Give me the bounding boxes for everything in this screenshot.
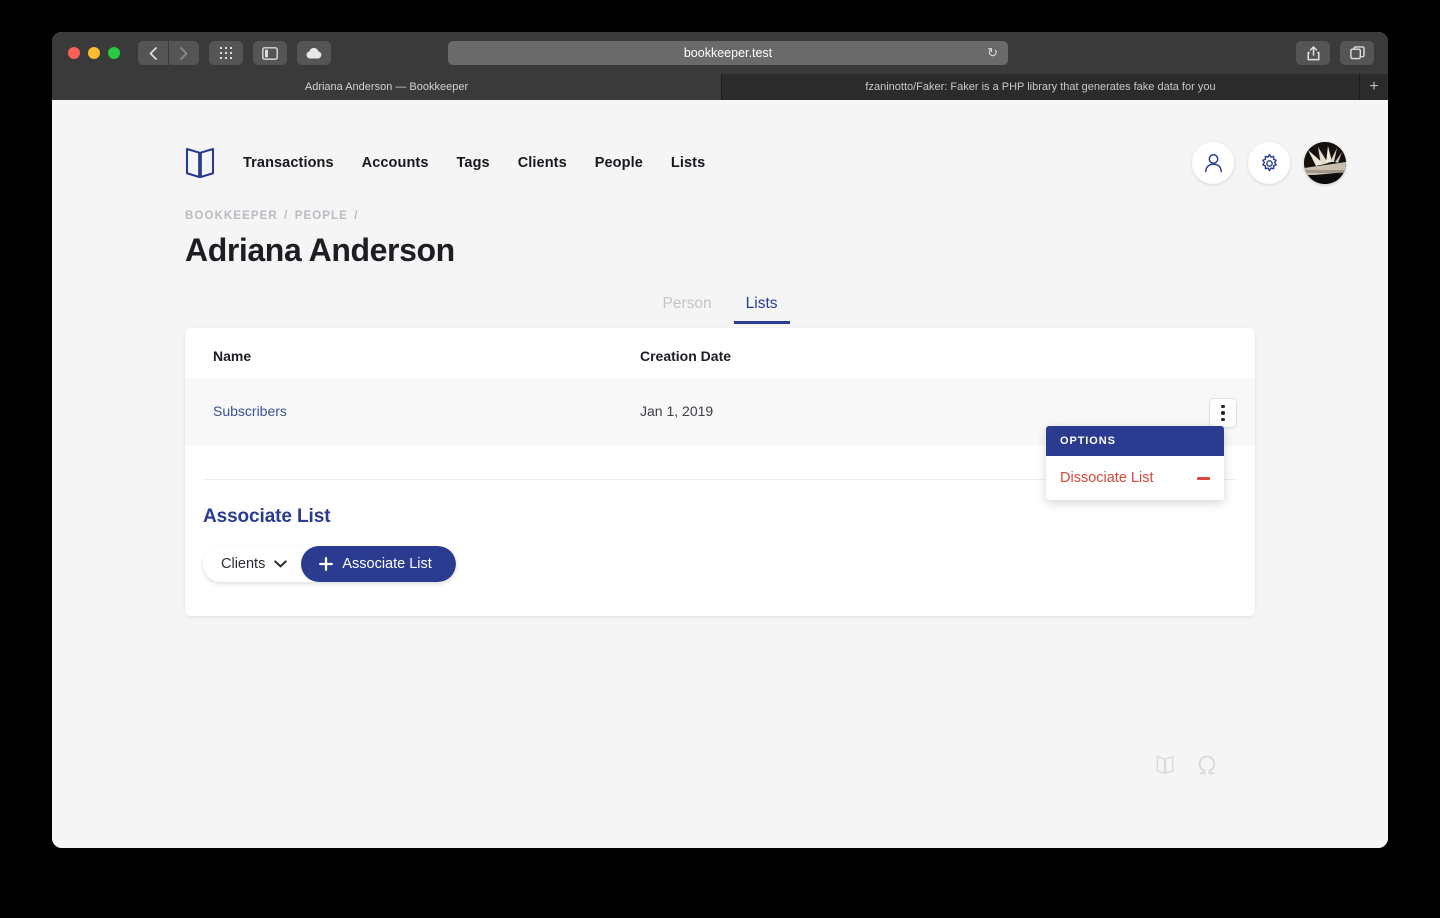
dissociate-list-menu-item[interactable]: Dissociate List — [1046, 456, 1224, 500]
breadcrumb-separator-trailing: / — [354, 210, 359, 222]
chevron-right-icon — [180, 46, 188, 60]
chevron-down-icon — [274, 560, 288, 568]
sidebar-icon — [262, 46, 278, 60]
breadcrumb: BOOKKEEPER / PEOPLE / — [185, 210, 1255, 222]
browser-window: bookkeeper.test ↻ Adriana Anderson — Boo… — [52, 32, 1388, 848]
list-link-subscribers[interactable]: Subscribers — [213, 403, 287, 419]
sidebar-toggle-button[interactable] — [253, 41, 287, 65]
associate-list-button[interactable]: Associate List — [301, 545, 456, 582]
content-tabs: Person Lists — [185, 295, 1255, 324]
plus-icon — [319, 556, 334, 571]
breadcrumb-item-bookkeeper[interactable]: BOOKKEEPER — [185, 210, 278, 222]
window-controls — [68, 47, 120, 59]
minus-icon — [1197, 476, 1210, 480]
minimize-window-button[interactable] — [88, 47, 100, 59]
tab-overview-button[interactable] — [1340, 41, 1374, 65]
nav-link-transactions[interactable]: Transactions — [243, 155, 334, 171]
associate-list-button-label: Associate List — [342, 555, 432, 572]
browser-tab-title: Adriana Anderson — Bookkeeper — [304, 81, 469, 93]
grid-icon — [220, 47, 232, 59]
profile-button[interactable] — [1192, 142, 1234, 184]
associate-list-pill: Clients Associate List — [203, 545, 456, 582]
maximize-window-button[interactable] — [108, 47, 120, 59]
nav-link-tags[interactable]: Tags — [457, 155, 490, 171]
browser-tab-inactive[interactable]: fzaninotto/Faker: Faker is a PHP library… — [722, 74, 1360, 100]
reload-icon[interactable]: ↻ — [987, 45, 998, 61]
address-bar-url: bookkeeper.test — [683, 46, 773, 60]
breadcrumb-separator: / — [284, 210, 289, 222]
nav-link-people[interactable]: People — [595, 155, 643, 171]
icloud-button[interactable] — [297, 41, 331, 65]
settings-button[interactable] — [1248, 142, 1290, 184]
share-button[interactable] — [1296, 41, 1330, 65]
page-content: Transactions Accounts Tags Clients Peopl… — [52, 100, 1388, 848]
browser-tab-active[interactable]: Adriana Anderson — Bookkeeper — [52, 74, 722, 100]
header-actions — [1192, 142, 1346, 184]
book-logo-icon — [185, 147, 215, 179]
main-navigation: Transactions Accounts Tags Clients Peopl… — [243, 155, 705, 171]
column-header-name: Name — [213, 348, 252, 364]
gear-icon — [1261, 153, 1277, 171]
page-title: Adriana Anderson — [185, 232, 455, 268]
back-button[interactable] — [138, 41, 168, 65]
tab-lists[interactable]: Lists — [733, 295, 790, 324]
book-icon[interactable] — [1154, 755, 1176, 775]
footer-icons — [1154, 754, 1218, 776]
browser-tabstrip: Adriana Anderson — Bookkeeper fzaninotto… — [52, 74, 1388, 100]
close-window-button[interactable] — [68, 47, 80, 59]
navigation-buttons — [138, 41, 199, 65]
forward-button[interactable] — [169, 41, 199, 65]
kebab-dot — [1221, 404, 1225, 408]
kebab-menu-icon[interactable] — [1209, 397, 1237, 428]
breadcrumb-item-people[interactable]: PEOPLE — [295, 210, 348, 222]
tab-person[interactable]: Person — [663, 295, 712, 324]
app-header: Transactions Accounts Tags Clients Peopl… — [52, 100, 1388, 196]
cell-name: Subscribers — [185, 378, 640, 445]
options-dropdown: OPTIONS Dissociate List — [1046, 426, 1224, 500]
show-all-tabs-button[interactable] — [209, 41, 243, 65]
nav-link-accounts[interactable]: Accounts — [362, 155, 429, 171]
list-type-select[interactable]: Clients — [203, 545, 302, 582]
address-bar[interactable]: bookkeeper.test ↻ — [448, 41, 1008, 65]
dissociate-list-label: Dissociate List — [1060, 470, 1154, 486]
toolbar-right — [1296, 41, 1374, 65]
column-header-actions — [1180, 328, 1255, 378]
avatar[interactable] — [1304, 142, 1346, 184]
app-logo[interactable] — [185, 146, 215, 180]
cloud-icon — [306, 47, 322, 58]
avatar-image — [1304, 142, 1346, 184]
person-icon — [1204, 154, 1222, 173]
kebab-dot — [1221, 411, 1225, 415]
options-dropdown-header: OPTIONS — [1046, 426, 1224, 456]
browser-titlebar: bookkeeper.test ↻ — [52, 32, 1388, 74]
list-type-select-value: Clients — [221, 555, 266, 572]
nav-link-lists[interactable]: Lists — [671, 155, 705, 171]
omega-icon[interactable] — [1196, 754, 1218, 776]
table-header-row: Name Creation Date — [185, 328, 1255, 378]
browser-tab-title: fzaninotto/Faker: Faker is a PHP library… — [865, 81, 1216, 93]
plus-icon: + — [1369, 78, 1379, 95]
column-header-creation-date: Creation Date — [640, 348, 732, 364]
nav-link-clients[interactable]: Clients — [518, 155, 567, 171]
lists-card: Name Creation Date Subscribers Jan 1, 20… — [185, 328, 1255, 616]
kebab-dot — [1221, 417, 1225, 421]
new-window-icon — [1349, 46, 1365, 60]
new-tab-button[interactable]: + — [1360, 74, 1388, 100]
associate-list-controls: Clients Associate List — [185, 528, 1255, 582]
share-icon — [1306, 45, 1320, 60]
chevron-left-icon — [149, 46, 157, 60]
page-body: BOOKKEEPER / PEOPLE / Adriana Anderson P… — [52, 210, 1388, 616]
